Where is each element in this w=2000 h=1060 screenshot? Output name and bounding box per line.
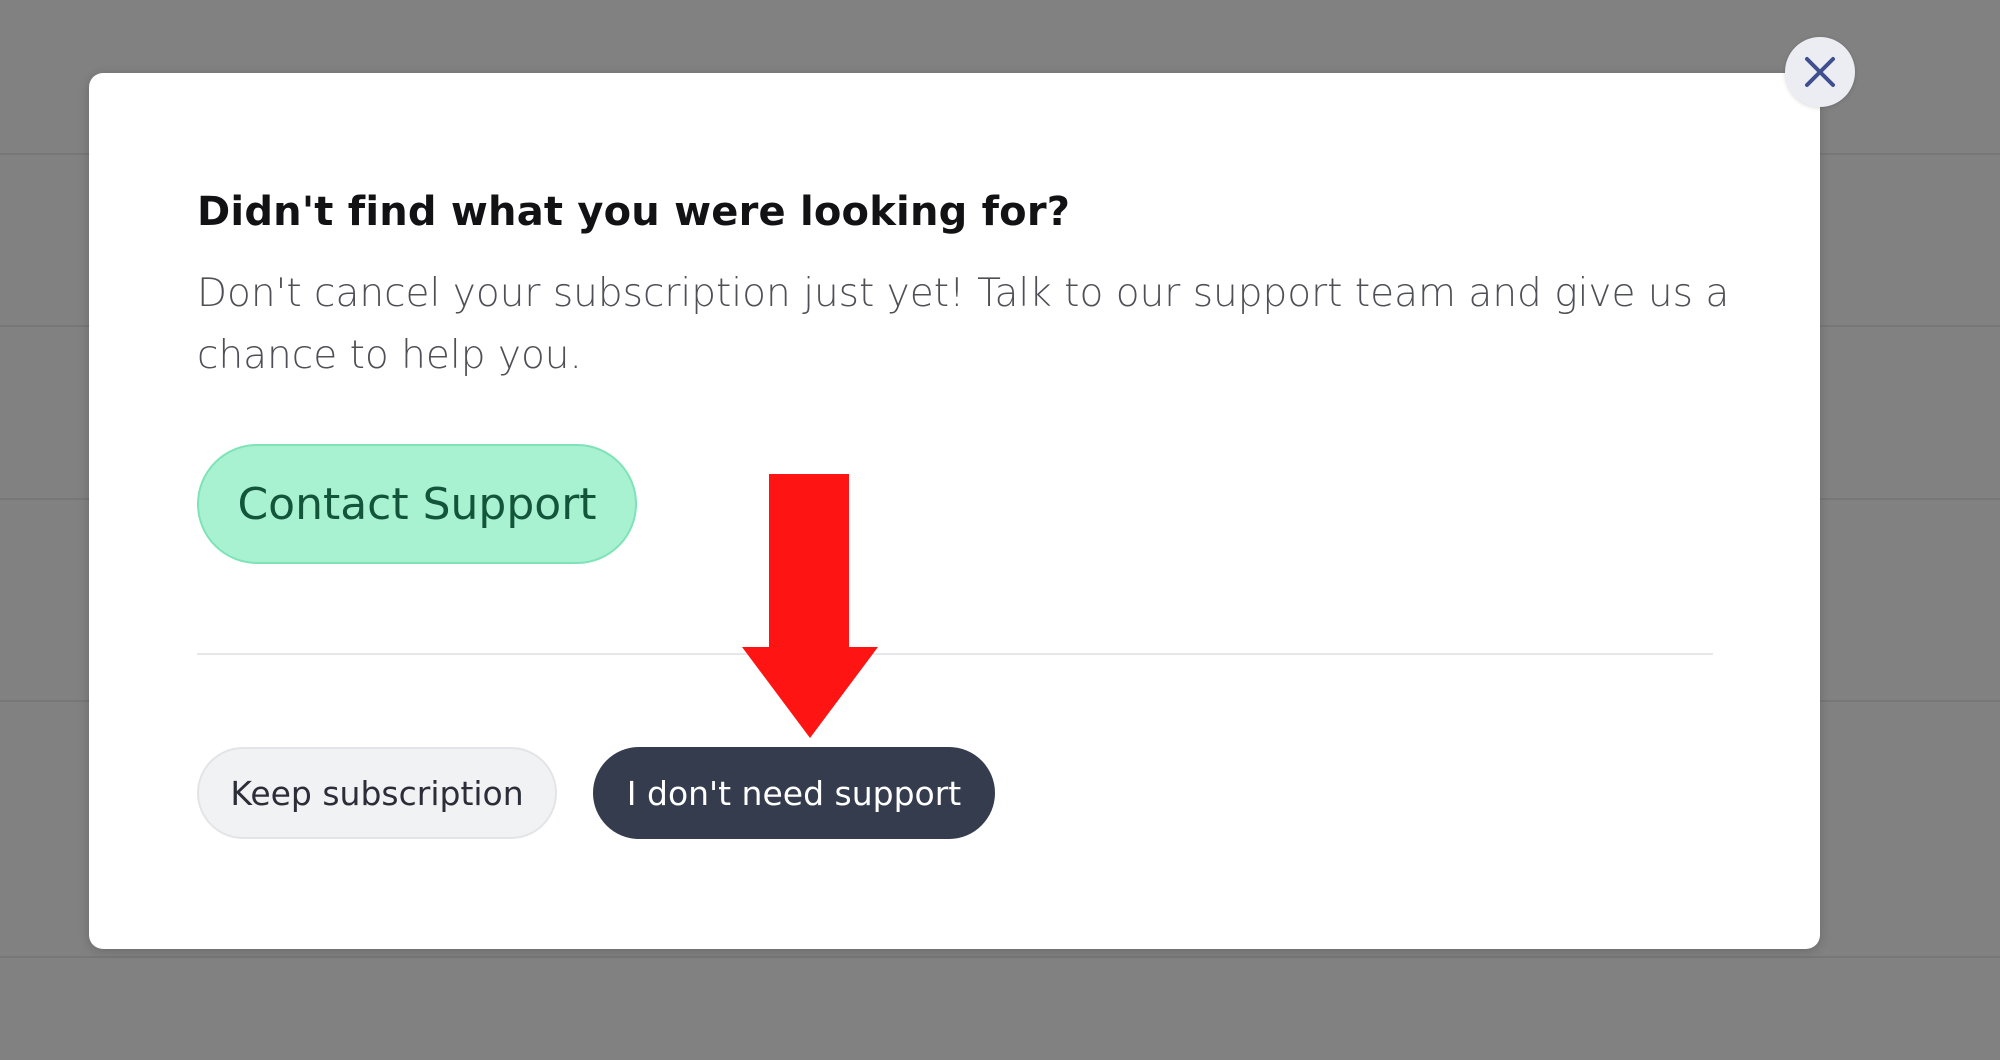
close-icon: [1805, 57, 1835, 87]
no-support-button[interactable]: I don't need support: [593, 747, 995, 839]
keep-subscription-button[interactable]: Keep subscription: [197, 747, 557, 839]
cancel-subscription-modal: Didn't find what you were looking for? D…: [89, 73, 1820, 949]
modal-description: Don't cancel your subscription just yet!…: [197, 271, 1730, 378]
background-divider: [0, 956, 2000, 958]
modal-divider: [197, 653, 1713, 655]
contact-support-button[interactable]: Contact Support: [197, 444, 637, 564]
red-down-arrow-icon: [742, 474, 878, 738]
close-button[interactable]: [1785, 37, 1855, 107]
modal-title: Didn't find what you were looking for?: [197, 189, 1071, 235]
